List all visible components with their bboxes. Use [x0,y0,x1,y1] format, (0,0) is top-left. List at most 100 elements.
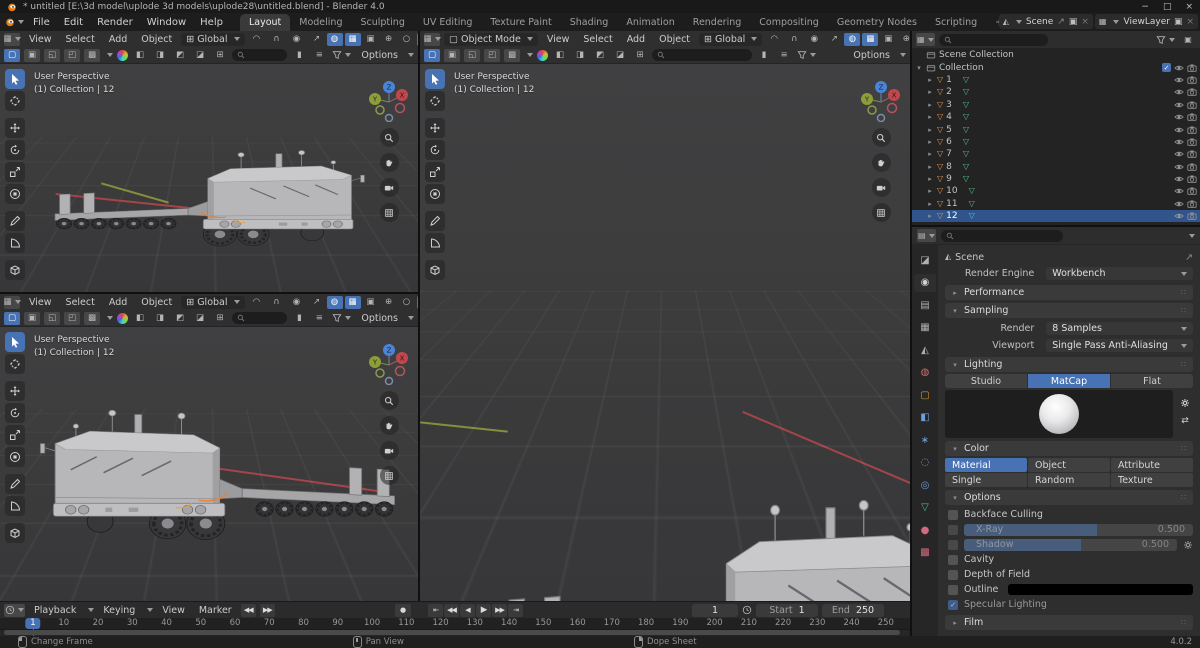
view-object-types-dropdown[interactable]: ≡ [311,312,327,325]
workspace-tab-rendering[interactable]: Rendering [684,14,751,31]
show-wireframes-icon[interactable]: ◪ [192,312,208,325]
select-mode-lasso[interactable]: ◰ [64,48,80,62]
cursor-tool[interactable] [5,91,25,111]
select-mode-paint[interactable]: ▩ [504,48,520,62]
current-frame-field[interactable]: 1 [692,603,738,617]
viewport-menu-object[interactable]: Object [136,33,177,46]
eye-icon[interactable] [1174,87,1184,97]
eye-icon[interactable] [1174,125,1184,135]
matcap-preview[interactable] [945,390,1173,438]
select-mode-circle[interactable]: ◱ [44,48,60,62]
timeline-track-area[interactable]: 1 10 20 30 40 50 60 70 80 90 100 110 120 130 140 150 16… [0,618,910,636]
xray-toggle[interactable]: ▣ [363,33,379,46]
viewport-search-input[interactable] [232,49,288,61]
matcap-sphere[interactable] [1039,394,1079,434]
disclosure-icon[interactable]: ▾ [915,64,923,72]
camera-render-icon[interactable] [1187,112,1197,122]
select-mode-box[interactable]: ▣ [24,48,40,62]
gizmo-dropdown[interactable]: ◍ [844,32,861,46]
prev-keyframe-button[interactable]: ◀◀ [444,603,459,617]
shading-solid-icon[interactable]: ○ [399,33,415,46]
viewport-menu-add[interactable]: Add [104,33,132,46]
material-tab[interactable]: ● [914,521,936,539]
overlays-dropdown[interactable]: ▦ [862,32,879,46]
maximize-button[interactable]: □ [1163,2,1172,12]
axis-navigation-gizmo[interactable]: Z Y X [367,341,411,385]
output-tab[interactable]: ▤ [914,296,936,314]
workspace-tab-layout[interactable]: Layout [239,14,291,31]
rotate-tool[interactable] [425,140,445,160]
jump-to-start-button[interactable]: ⇤ [428,603,443,617]
outliner-row-object-10[interactable]: ▸ ▽ 10 ▽ [912,185,1200,197]
color-mode-random[interactable]: Random [1028,473,1110,487]
pan-hand-icon[interactable] [379,153,399,172]
color-mode-single[interactable]: Single [945,473,1027,487]
axis-navigation-gizmo[interactable]: Z Y X [859,78,903,122]
annotate-tool[interactable] [5,211,25,231]
timeline-menu-keying[interactable]: Keying [98,604,140,617]
select-mode-paint[interactable]: ▩ [84,311,100,325]
shading-material-icon[interactable]: ● [416,295,418,309]
disclosure-icon[interactable]: ▸ [926,163,934,171]
play-reverse-button[interactable]: ◀ [460,603,475,617]
scene-selector[interactable]: ◭ Scene ↗ ▣ × [998,14,1093,29]
workspace-tab-texture-paint[interactable]: Texture Paint [481,14,560,31]
outliner-row-object-9[interactable]: ▸ ▽ 9 ▽ [912,173,1200,185]
lighting-section-header[interactable]: ▾ Lighting ∷ [945,357,1193,372]
add-cube-tool[interactable] [5,523,25,543]
rotate-tool[interactable] [5,140,25,160]
overlays-dropdown[interactable]: ▦ [344,32,361,46]
disclosure-icon[interactable]: ▸ [926,212,934,220]
color-section-header[interactable]: ▾ Color ∷ [945,441,1193,456]
outliner-new-collection-icon[interactable]: ▣ [1180,33,1196,46]
select-mode-lasso[interactable]: ◰ [64,311,80,325]
workspace-tab-uv-editing[interactable]: UV Editing [414,14,482,31]
camera-render-icon[interactable] [1187,211,1197,221]
bookmark-icon[interactable]: ▮ [291,49,307,62]
add-cube-tool[interactable] [5,260,25,280]
ortho-grid-icon[interactable] [871,203,891,222]
xray-checkbox[interactable] [948,524,958,535]
camera-view-icon[interactable] [871,178,891,197]
pan-hand-icon[interactable] [379,416,399,435]
scale-tool[interactable] [5,162,25,182]
color-wheel-icon[interactable] [537,49,548,61]
outliner-row-object-3[interactable]: ▸ ▽ 3 ▽ [912,99,1200,111]
eye-icon[interactable] [1174,162,1184,172]
outline-checkbox[interactable] [948,584,958,595]
color-mode-material[interactable]: Material [945,458,1027,472]
rotate-tool[interactable] [5,403,25,423]
editor-type-dropdown[interactable] [4,603,25,617]
transform-orientation-dropdown[interactable]: ⊞ Global [181,32,245,46]
object-mode-dropdown[interactable]: ▢ Object Mode [444,32,538,46]
viewport-bottom-left[interactable]: ▦ViewSelectAddObject⊞Global◠∩◉↗◍▦▣⊕○●◑▢▣… [0,294,418,601]
outliner-search-input[interactable] [938,33,1048,46]
menu-file[interactable]: File [26,15,57,30]
select-mode-tweak[interactable]: ▢ [4,48,20,62]
cursor-tool[interactable] [5,354,25,374]
outliner-row-object-4[interactable]: ▸ ▽ 4 ▽ [912,111,1200,123]
editor-type-dropdown[interactable]: ▦ [3,32,21,46]
use-preview-range-icon[interactable] [742,605,752,615]
viewport-menu-add[interactable]: Add [104,296,132,309]
timeline-menu-view[interactable]: View [157,604,190,617]
remove-viewlayer-icon[interactable]: × [1186,17,1194,27]
select-mode-box[interactable]: ▣ [24,311,40,325]
select-box-tool[interactable] [5,69,25,89]
camera-render-icon[interactable] [1187,100,1197,110]
timeline-scrollbar[interactable] [4,630,900,635]
disclosure-icon[interactable]: ▸ [926,113,934,121]
view-layer-tab[interactable]: ▦ [914,319,936,337]
outliner-row-object-2[interactable]: ▸ ▽ 2 ▽ [912,86,1200,98]
color-wheel-icon[interactable] [117,49,128,61]
viewport-menu-object[interactable]: Object [136,296,177,309]
show-overlays-icon[interactable]: ◩ [592,49,608,62]
transform-orientation-dropdown[interactable]: ⊞ Global [181,295,245,309]
show-wireframes-icon[interactable]: ◪ [192,49,208,62]
annotate-tool[interactable] [425,211,445,231]
camera-render-icon[interactable] [1187,75,1197,85]
scale-tool[interactable] [425,162,445,182]
camera-render-icon[interactable] [1187,199,1197,209]
select-mode-tweak[interactable]: ▢ [4,311,20,325]
editor-type-dropdown[interactable]: ▦ [423,32,441,46]
